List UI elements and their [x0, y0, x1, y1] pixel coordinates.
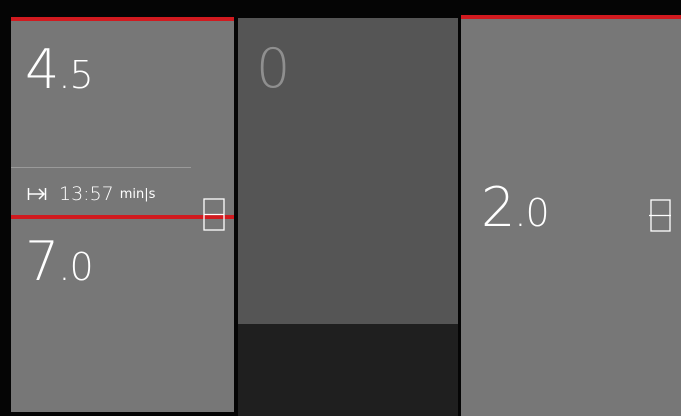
right-value-frac: .0 [514, 191, 549, 235]
left-top-value-int: 4 [25, 38, 59, 101]
middle-value: 0 [256, 42, 290, 96]
left-bottom-value: 7.0 [25, 235, 94, 289]
middle-value-int: 0 [256, 37, 290, 100]
expand-handle-icon[interactable] [203, 198, 225, 231]
left-bottom-accent-bar [11, 215, 234, 219]
left-bottom-value-int: 7 [25, 230, 59, 293]
screen: 4.5 13:57 min|s 7.0 0 2.0 [0, 0, 681, 416]
timer-row: 13:57 min|s [27, 182, 155, 206]
skip-to-end-icon [27, 188, 47, 200]
timer-unit: min|s [119, 186, 156, 202]
left-bottom-value-frac: .0 [58, 245, 93, 289]
right-value-int: 2 [481, 176, 515, 239]
expand-handle-icon[interactable] [649, 199, 671, 232]
middle-panel[interactable]: 0 [238, 18, 458, 324]
timer-time: 13:57 [59, 183, 114, 205]
left-top-accent-bar [11, 17, 234, 21]
left-top-panel[interactable]: 4.5 13:57 min|s [11, 17, 234, 215]
right-panel[interactable]: 2.0 [461, 15, 681, 416]
left-bottom-panel[interactable]: 7.0 [11, 215, 234, 412]
divider [11, 167, 191, 168]
left-top-value-frac: .5 [58, 53, 93, 97]
left-top-value: 4.5 [25, 43, 94, 97]
right-accent-bar [461, 15, 681, 19]
middle-bottom-area [238, 324, 458, 416]
right-value: 2.0 [481, 181, 550, 235]
